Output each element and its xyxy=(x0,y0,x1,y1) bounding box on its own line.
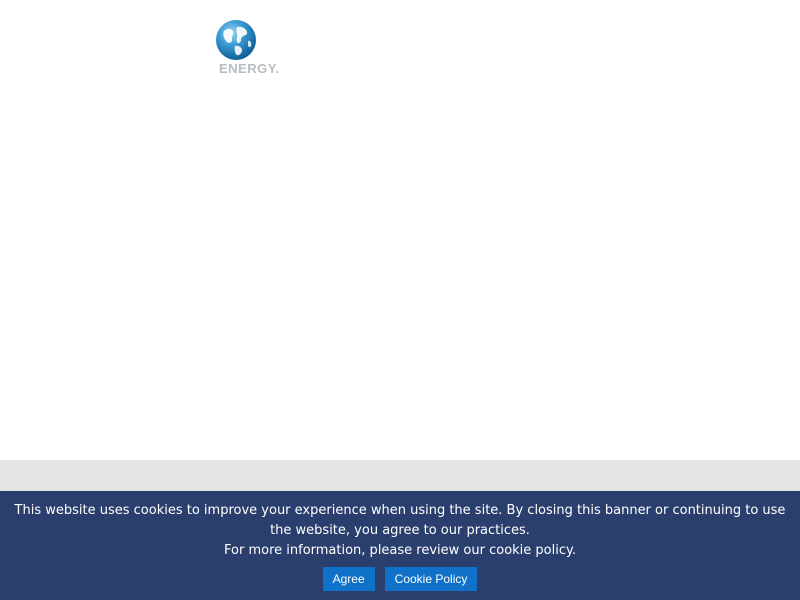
cookie-policy-button[interactable]: Cookie Policy xyxy=(384,567,478,591)
cookie-banner: This website uses cookies to improve you… xyxy=(0,491,800,600)
cookie-more-info: For more information, please review our … xyxy=(224,543,576,558)
footer-band xyxy=(0,460,800,491)
agree-button[interactable]: Agree xyxy=(322,567,375,591)
page: ENERGY. This website uses cookies to imp… xyxy=(0,0,800,600)
cookie-message: This website uses cookies to improve you… xyxy=(14,503,786,538)
site-logo[interactable]: ENERGY. xyxy=(214,17,288,79)
globe-icon xyxy=(216,20,256,60)
logo-text: ENERGY. xyxy=(219,61,280,76)
cookie-buttons: Agree Cookie Policy xyxy=(0,567,800,591)
